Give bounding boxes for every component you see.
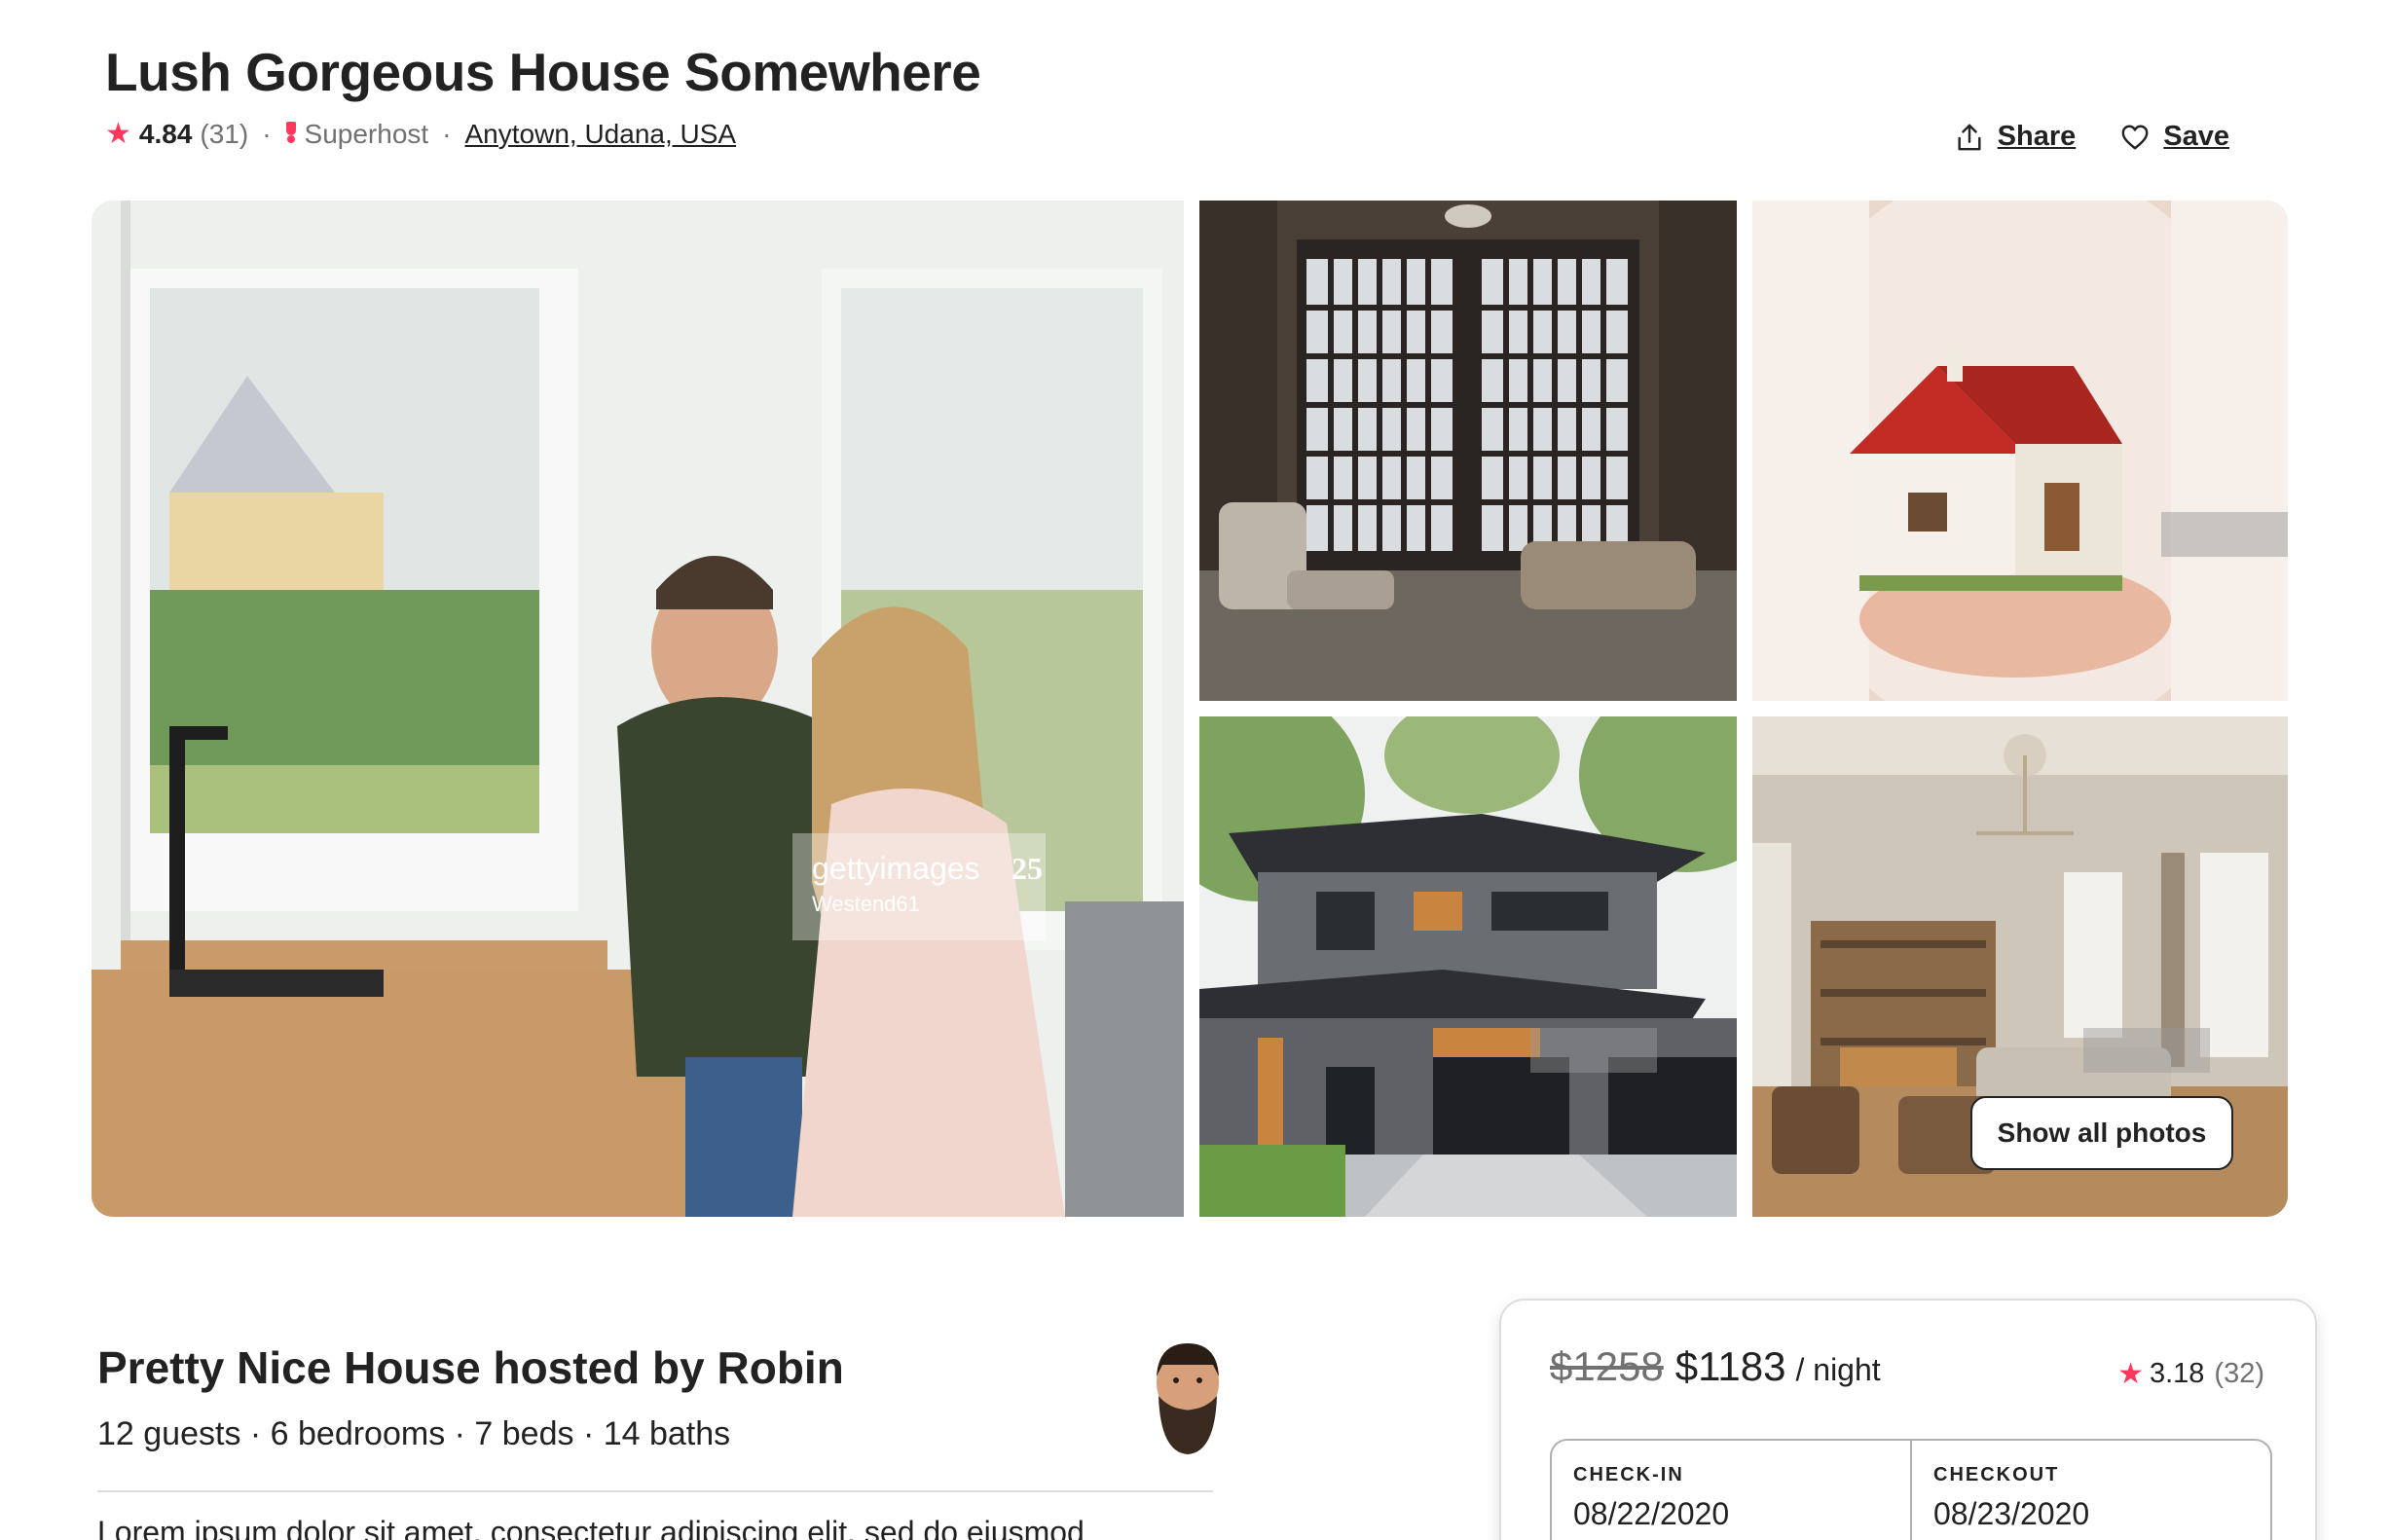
- checkout-value: 08/23/2020: [1933, 1496, 2090, 1531]
- checkout-label: CHECKOUT: [1933, 1464, 2060, 1485]
- host-avatar[interactable]: [1149, 1338, 1227, 1458]
- watermark-subtext: Westend61: [812, 892, 920, 916]
- listing-description: Lorem ipsum dolor sit amet, consectetur …: [97, 1515, 1085, 1540]
- listing-meta: ★ 4.84 (31) · Superhost · Anytown, Udana…: [105, 117, 736, 151]
- host-title: Pretty Nice House hosted by Robin: [97, 1342, 844, 1393]
- photo-gallery: gettyimages Westend61 25: [92, 201, 2288, 1217]
- booking-rating: ★ 3.18 (32): [2117, 1357, 2264, 1391]
- separator-dot: ·: [442, 118, 452, 149]
- checkin-value: 08/22/2020: [1573, 1496, 1730, 1531]
- date-picker: CHECK-IN 08/22/2020 CHECKOUT 08/23/2020: [1550, 1439, 2272, 1540]
- checkout-field[interactable]: CHECKOUT 08/23/2020: [1910, 1441, 2270, 1540]
- save-button[interactable]: Save: [2120, 121, 2229, 153]
- share-button[interactable]: Share: [1955, 121, 2077, 153]
- save-label: Save: [2163, 121, 2229, 152]
- checkin-field[interactable]: CHECK-IN 08/22/2020: [1552, 1441, 1910, 1540]
- listing-title: Lush Gorgeous House Somewhere: [105, 42, 981, 102]
- watermark-years: 25: [1012, 851, 1043, 886]
- show-all-photos-button[interactable]: Show all photos: [1970, 1096, 2233, 1170]
- per-night-label: / night: [1795, 1352, 1881, 1387]
- listing-actions: Share Save: [1955, 121, 2229, 153]
- listing-rating: 4.84: [138, 118, 193, 149]
- booking-card: $1258 $1183 / night ★ 3.18 (32) CHECK-IN…: [1499, 1299, 2317, 1540]
- listing-summary: 12 guests · 6 bedrooms · 7 beds · 14 bat…: [97, 1415, 731, 1452]
- price-row: $1258 $1183 / night: [1550, 1343, 1881, 1390]
- gallery-photo-main[interactable]: gettyimages Westend61 25: [92, 201, 1184, 1217]
- heart-icon: [2121, 125, 2149, 149]
- share-icon: [1958, 124, 1981, 150]
- gallery-photo-loft[interactable]: [1199, 201, 1737, 701]
- nightly-price: $1183: [1674, 1343, 1786, 1389]
- original-price: $1258: [1550, 1343, 1664, 1389]
- location-link[interactable]: Anytown, Udana, USA: [465, 119, 737, 150]
- star-icon: ★: [105, 118, 131, 150]
- section-divider: [97, 1490, 1213, 1492]
- share-label: Share: [1997, 121, 2077, 152]
- watermark-text: gettyimages: [812, 851, 980, 886]
- checkin-label: CHECK-IN: [1573, 1464, 1684, 1485]
- gallery-photo-house-model[interactable]: [1752, 201, 2288, 701]
- superhost-medal-icon: [285, 121, 297, 147]
- superhost-label: Superhost: [304, 118, 429, 149]
- separator-dot: ·: [262, 118, 272, 149]
- gallery-photo-exterior[interactable]: [1199, 716, 1737, 1217]
- booking-review-count[interactable]: (32): [2214, 1358, 2264, 1390]
- booking-rating-value: 3.18: [2149, 1358, 2205, 1389]
- star-icon: ★: [2117, 1358, 2144, 1390]
- listing-review-count[interactable]: (31): [200, 119, 248, 150]
